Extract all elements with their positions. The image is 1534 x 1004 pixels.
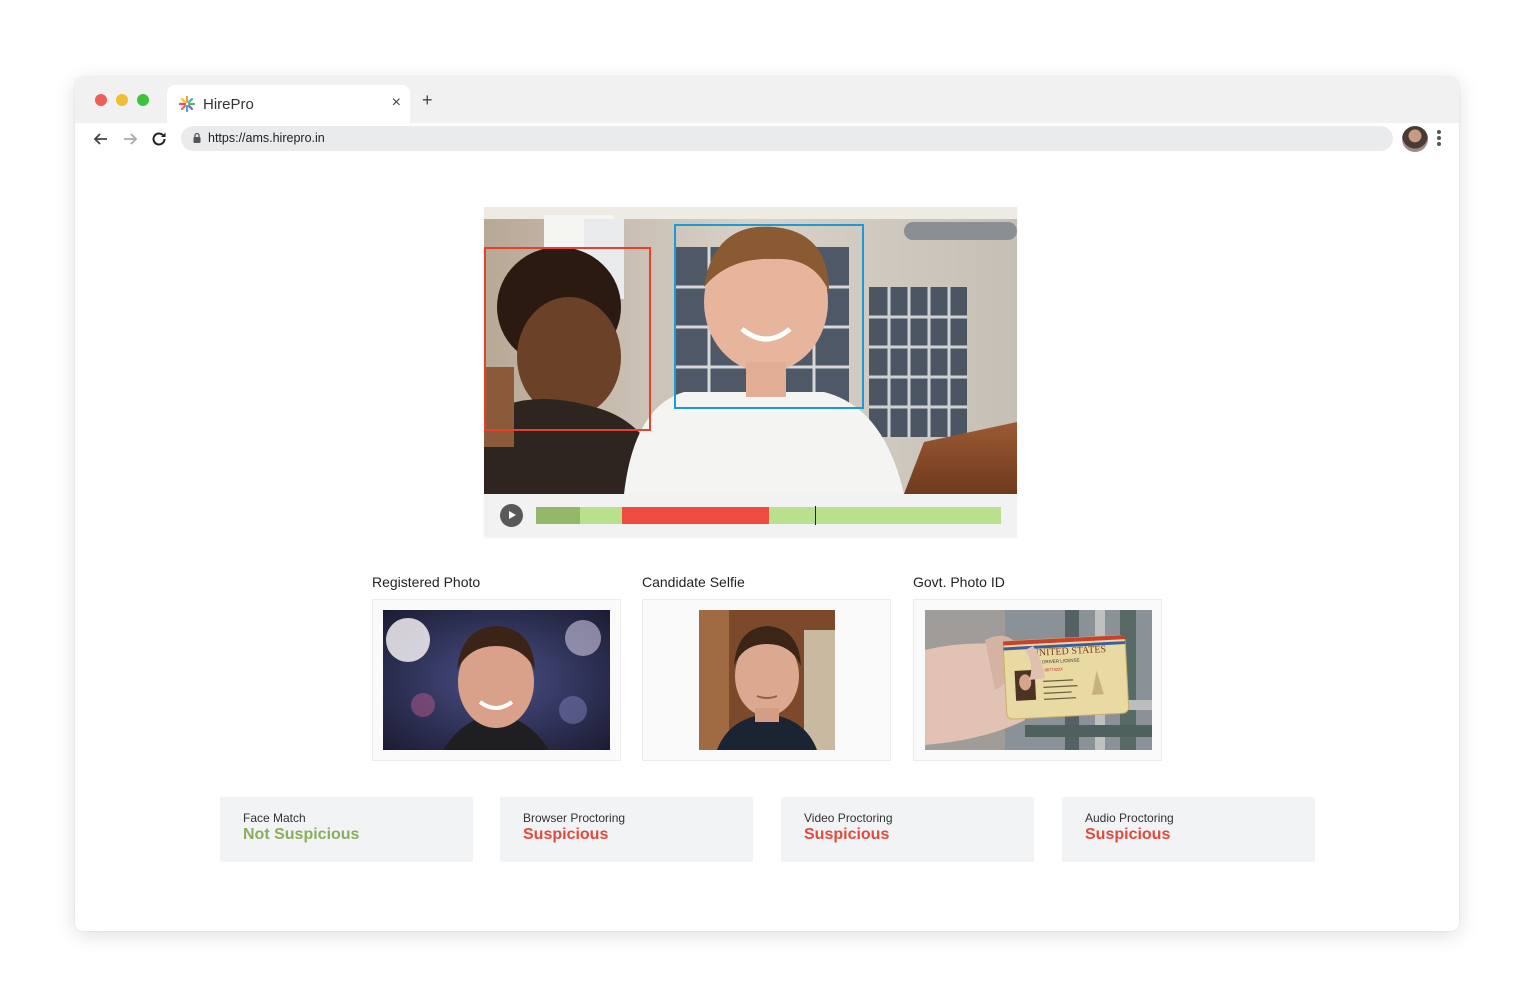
timeline-segment [536,507,581,524]
registered-photo [383,610,610,750]
govt-id-label: Govt. Photo ID [913,574,1005,590]
status-label: Audio Proctoring [1085,811,1174,825]
timeline-playhead[interactable] [815,506,816,525]
timeline-segment [580,507,623,524]
browser-window: HirePro × + https://ams.hirepro.in Regis… [75,77,1459,931]
toolbar: https://ams.hirepro.in [75,123,1459,155]
hirepro-logo-icon [178,95,196,113]
status-value: Suspicious [804,826,890,843]
video-controls [484,494,1017,537]
candidate-selfie [699,610,835,750]
status-value: Suspicious [523,826,609,843]
face-match-status-card: Face Match Not Suspicious [220,797,473,862]
status-value: Not Suspicious [243,826,360,843]
forward-arrow-icon[interactable] [120,129,140,149]
candidate-selfie-label: Candidate Selfie [642,574,745,590]
minimize-window-button[interactable] [116,94,128,106]
tab-close-icon[interactable]: × [392,94,401,112]
status-label: Video Proctoring [804,811,893,825]
reload-icon[interactable] [149,129,169,149]
tab-bar: HirePro × + [75,77,1459,123]
browser-proctoring-status-card: Browser Proctoring Suspicious [500,797,753,862]
new-tab-button[interactable]: + [422,91,433,109]
candidate-selfie-card [642,599,891,761]
govt-id-photo: UNITED STATES DRIVER LICENSE DL 0077422X [925,610,1152,750]
video-scene [484,207,1017,494]
profile-avatar[interactable] [1402,126,1428,152]
back-arrow-icon[interactable] [91,129,111,149]
status-value: Suspicious [1085,826,1171,843]
audio-proctoring-status-card: Audio Proctoring Suspicious [1062,797,1315,862]
timeline-segment [622,507,770,524]
video-player [484,207,1017,537]
registered-photo-card [372,599,621,761]
play-button[interactable] [500,504,523,527]
address-bar[interactable]: https://ams.hirepro.in [181,126,1393,151]
tab-hirepro[interactable]: HirePro × [167,85,410,123]
url-text: https://ams.hirepro.in [208,131,325,145]
proctoring-video-frame [484,207,1017,494]
registered-photo-label: Registered Photo [372,574,481,590]
video-proctoring-status-card: Video Proctoring Suspicious [781,797,1034,862]
status-label: Face Match [243,811,306,825]
timeline-segment [769,507,1001,524]
tab-title: HirePro [203,96,254,113]
lock-icon [193,132,201,143]
more-menu-icon[interactable] [1436,130,1442,148]
close-window-button[interactable] [95,94,107,106]
status-label: Browser Proctoring [523,811,626,825]
maximize-window-button[interactable] [137,94,149,106]
proctoring-timeline[interactable] [536,506,1001,525]
govt-id-card: UNITED STATES DRIVER LICENSE DL 0077422X [913,599,1162,761]
